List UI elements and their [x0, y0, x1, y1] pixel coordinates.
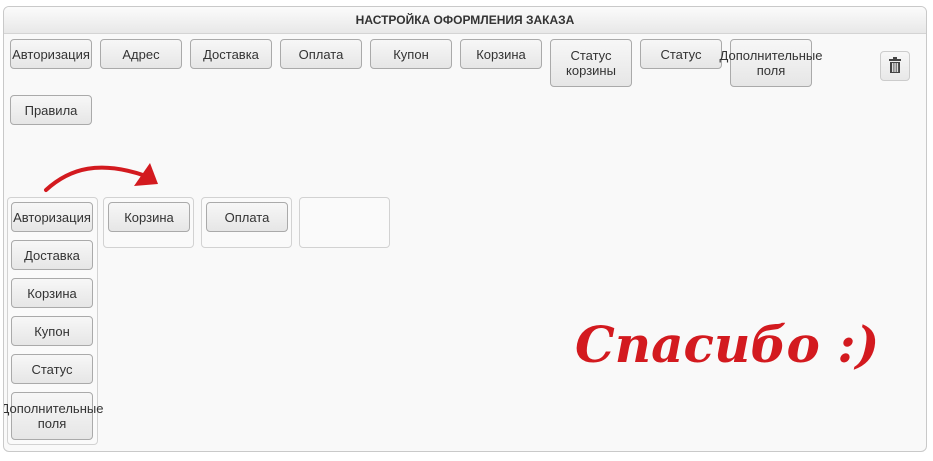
thanks-handwriting: Спасибо :) — [575, 315, 879, 374]
curved-arrow-icon — [44, 163, 158, 192]
annotation-overlay: Спасибо :) — [44, 163, 879, 374]
